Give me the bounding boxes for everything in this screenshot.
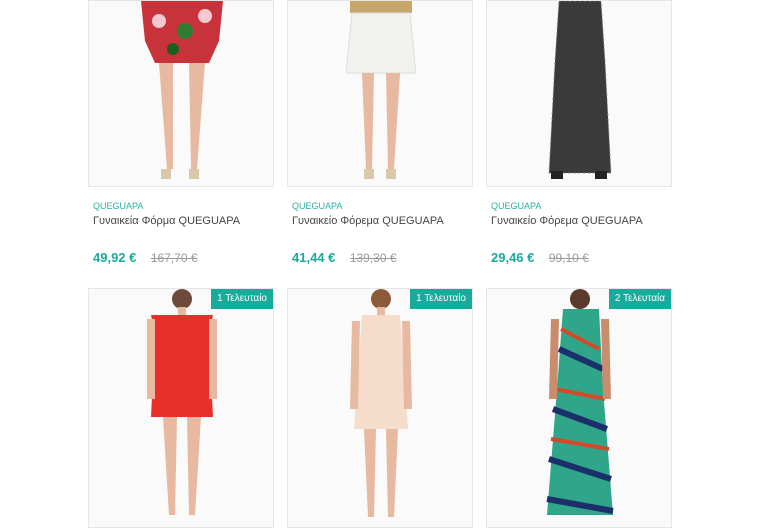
original-price: 99,10 € [548, 251, 589, 265]
product-prices: 41,44 € 139,30 € [292, 249, 473, 267]
dress-image-floral [141, 1, 223, 179]
product-card[interactable]: QUEGUAPA Γυναικεία Φόρμα QUEGUAPA 49,92 … [88, 0, 274, 267]
stock-badge: 2 Τελευταία [608, 289, 671, 309]
product-brand[interactable]: QUEGUAPA [93, 201, 274, 211]
product-title[interactable]: Γυναικεία Φόρμα QUEGUAPA [93, 215, 274, 227]
sale-price: 41,44 € [292, 250, 336, 265]
product-card[interactable]: 1 Τελευταίο [287, 288, 473, 528]
dress-image-white [345, 1, 417, 179]
dress-image-red [147, 289, 217, 515]
dress-image-print [546, 289, 614, 515]
stock-badge: 1 Τελευταίο [211, 289, 273, 309]
product-card[interactable]: QUEGUAPA Γυναικείο Φόρεμα QUEGUAPA 29,46… [486, 0, 672, 267]
product-brand[interactable]: QUEGUAPA [292, 201, 473, 211]
original-price: 139,30 € [349, 251, 397, 265]
product-prices: 49,92 € 167,70 € [93, 249, 274, 267]
product-title[interactable]: Γυναικείο Φόρεμα QUEGUAPA [292, 215, 473, 227]
dress-image-nude [350, 289, 412, 517]
product-card[interactable]: 2 Τελευταία [486, 288, 672, 528]
product-title[interactable]: Γυναικείο Φόρεμα QUEGUAPA [491, 215, 672, 227]
product-image[interactable] [486, 0, 672, 187]
original-price: 167,70 € [150, 251, 198, 265]
product-image[interactable]: 2 Τελευταία [486, 288, 672, 528]
dress-image-lace [548, 1, 612, 179]
product-brand[interactable]: QUEGUAPA [491, 201, 672, 211]
product-image[interactable] [88, 0, 274, 187]
product-image[interactable]: 1 Τελευταίο [287, 288, 473, 528]
sale-price: 29,46 € [491, 250, 535, 265]
product-card[interactable]: 1 Τελευταίο [88, 288, 274, 528]
sale-price: 49,92 € [93, 250, 137, 265]
product-prices: 29,46 € 99,10 € [491, 249, 672, 267]
product-image[interactable] [287, 0, 473, 187]
product-image[interactable]: 1 Τελευταίο [88, 288, 274, 528]
product-card[interactable]: QUEGUAPA Γυναικείο Φόρεμα QUEGUAPA 41,44… [287, 0, 473, 267]
stock-badge: 1 Τελευταίο [410, 289, 472, 309]
